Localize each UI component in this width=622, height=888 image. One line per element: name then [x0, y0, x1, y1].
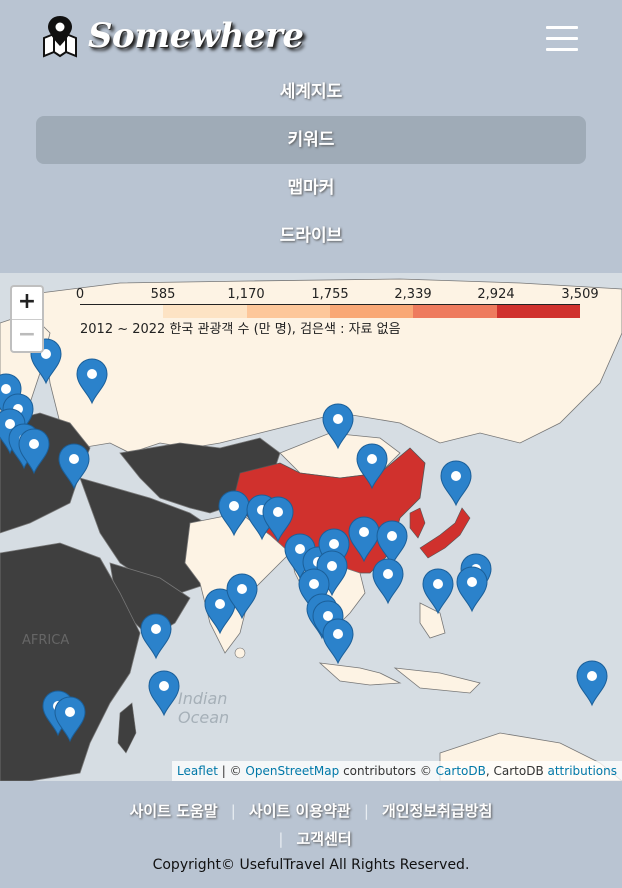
legend-caption: 2012 ~ 2022 한국 관광객 수 (만 명), 검은색 : 자료 없음 — [80, 322, 401, 337]
nav-item-map-marker[interactable]: 맵마커 — [36, 164, 586, 212]
legend-color-swatch — [329, 305, 414, 318]
legend-color-swatch — [80, 305, 164, 318]
map-marker-pin-icon[interactable] — [76, 358, 108, 405]
map-marker-pin-icon[interactable] — [456, 566, 488, 613]
map-marker-pin-icon[interactable] — [576, 660, 608, 707]
hamburger-menu-icon[interactable] — [546, 26, 578, 52]
map-pin-logo-icon — [43, 16, 77, 58]
map-view[interactable]: AFRICA Indian Ocean + − 0 585 1,170 1,75… — [0, 273, 622, 781]
map-marker-pin-icon[interactable] — [54, 696, 86, 743]
map-marker-pin-icon[interactable] — [376, 520, 408, 567]
footer-separator: | — [230, 802, 236, 820]
legend-color-swatch — [496, 305, 580, 318]
map-marker-pin-icon[interactable] — [148, 670, 180, 717]
osm-link[interactable]: OpenStreetMap — [245, 764, 339, 778]
leaflet-link[interactable]: Leaflet — [177, 764, 218, 778]
legend-color-swatch — [246, 305, 330, 318]
nav-item-world-map[interactable]: 세계지도 — [36, 68, 586, 116]
legend-color-swatch — [163, 305, 247, 318]
main-nav: 세계지도 키워드 맵마커 드라이브 — [36, 68, 586, 260]
map-marker-pin-icon[interactable] — [356, 443, 388, 490]
logo[interactable]: Somewhere — [40, 14, 304, 58]
map-marker-pin-icon[interactable] — [140, 613, 172, 660]
footer-link-privacy[interactable]: 개인정보취급방침 — [382, 802, 492, 820]
site-footer: 사이트 도움말 | 사이트 이용약관 | 개인정보취급방침 | 고객센터 Cop… — [0, 781, 622, 888]
attribution-text: contributors © — [339, 764, 436, 778]
footer-links: 사이트 도움말 | 사이트 이용약관 | 개인정보취급방침 | 고객센터 — [0, 797, 622, 853]
zoom-control: + − — [10, 285, 44, 353]
legend-color-swatch — [413, 305, 497, 318]
copyright: Copyright© UsefulTravel All Rights Reser… — [152, 857, 470, 873]
legend-color-bar — [80, 304, 580, 318]
map-legend: 0 585 1,170 1,755 2,339 2,924 3,509 2012… — [74, 287, 614, 337]
map-marker-pin-icon[interactable] — [262, 496, 294, 543]
zoom-in-button[interactable]: + — [12, 287, 42, 319]
logo-text: Somewhere — [88, 16, 304, 56]
attributions-link[interactable]: attributions — [548, 764, 618, 778]
attribution-text: , CartoDB — [485, 764, 548, 778]
map-attribution: Leaflet | © OpenStreetMap contributors ©… — [172, 761, 622, 781]
nav-item-keyword[interactable]: 키워드 — [36, 116, 586, 164]
footer-separator: | — [363, 802, 369, 820]
legend-tick: 1,170 — [227, 287, 265, 302]
legend-tick: 0 — [75, 287, 85, 302]
legend-tick: 585 — [150, 287, 176, 302]
site-header: Somewhere 세계지도 키워드 맵마커 드라이브 — [0, 0, 622, 273]
legend-tick: 2,924 — [477, 287, 515, 302]
footer-separator: | — [278, 830, 284, 848]
map-marker-pin-icon[interactable] — [372, 558, 404, 605]
footer-link-terms[interactable]: 사이트 이용약관 — [249, 802, 351, 820]
map-markers — [0, 338, 608, 743]
attribution-text: | © — [217, 764, 246, 778]
nav-item-drive[interactable]: 드라이브 — [36, 212, 586, 260]
footer-link-help[interactable]: 사이트 도움말 — [130, 802, 218, 820]
map-marker-pin-icon[interactable] — [322, 618, 354, 665]
cartodb-link[interactable]: CartoDB — [436, 764, 486, 778]
map-marker-pin-icon[interactable] — [322, 403, 354, 450]
legend-tick: 1,755 — [311, 287, 349, 302]
map-marker-pin-icon[interactable] — [440, 460, 472, 507]
map-marker-pin-icon[interactable] — [422, 568, 454, 615]
legend-tick: 3,509 — [561, 287, 599, 302]
zoom-out-button[interactable]: − — [12, 319, 42, 351]
map-marker-pin-icon[interactable] — [58, 443, 90, 490]
legend-ticks: 0 585 1,170 1,755 2,339 2,924 3,509 — [74, 287, 614, 304]
map-marker-pin-icon[interactable] — [348, 516, 380, 563]
footer-link-support[interactable]: 고객센터 — [296, 830, 351, 848]
legend-tick: 2,339 — [394, 287, 432, 302]
map-marker-pin-icon[interactable] — [218, 490, 250, 537]
